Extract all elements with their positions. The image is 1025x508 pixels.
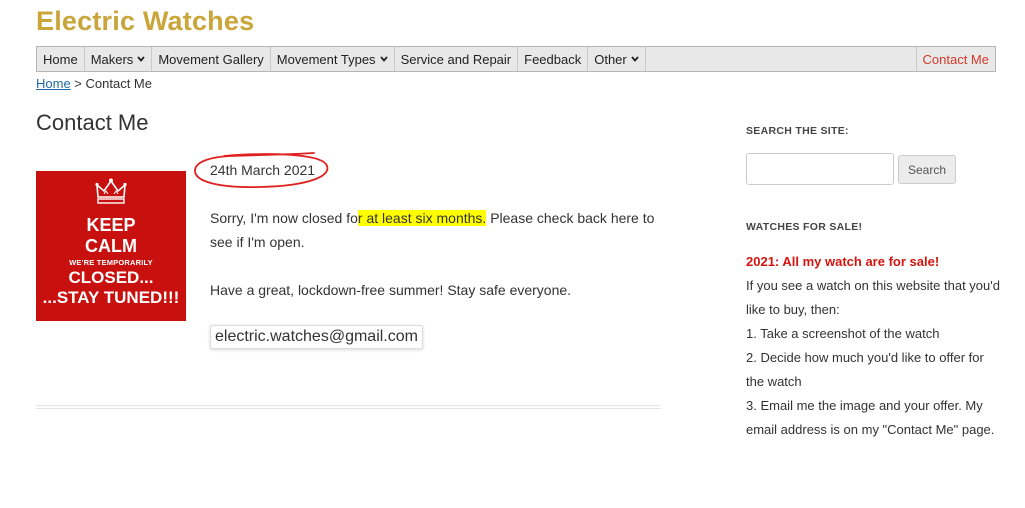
summer-message: Have a great, lockdown-free summer! Stay…	[210, 282, 572, 298]
post-date: 24th March 2021	[210, 162, 316, 178]
nav-item-service-and-repair[interactable]: Service and Repair	[395, 47, 519, 71]
nav-item-contact-me[interactable]: Contact Me	[917, 47, 995, 71]
chevron-down-icon	[379, 56, 388, 62]
nav-spacer	[646, 47, 917, 71]
chevron-down-icon	[137, 56, 145, 62]
sale-line: 1. Take a screenshot of the watch	[746, 326, 940, 341]
crown-icon	[94, 177, 128, 212]
nav-label: Movement Gallery	[158, 51, 264, 67]
nav-item-movement-types[interactable]: Movement Types	[271, 47, 395, 71]
image-text-keep: KEEP	[86, 215, 136, 235]
date-annotation: 24th March 2021	[190, 152, 332, 190]
sale-line: 3. Email me the image and your offer. My…	[746, 398, 995, 437]
notice-text: Sorry, I'm now closed fo	[210, 210, 358, 226]
search-button[interactable]: Search	[898, 155, 956, 184]
site-title[interactable]: Electric Watches	[36, 6, 254, 37]
breadcrumb-home-link[interactable]: Home	[36, 76, 71, 91]
nav-item-other[interactable]: Other	[588, 47, 646, 71]
sale-info: 2021: All my watch are for sale! If you …	[746, 250, 1001, 442]
sale-heading: 2021: All my watch are for sale!	[746, 254, 940, 269]
nav-label: Home	[43, 51, 78, 67]
keep-calm-image: KEEP CALM WE'RE TEMPORARILY CLOSED... ..…	[36, 171, 186, 321]
chevron-down-icon	[631, 56, 639, 62]
nav-label: Movement Types	[276, 51, 376, 67]
image-text-temporarily: WE'RE TEMPORARILY	[69, 258, 153, 267]
breadcrumb: Home > Contact Me	[36, 76, 152, 91]
search-input[interactable]	[746, 153, 894, 185]
nav-label: Other	[594, 51, 627, 67]
main-navigation: Home Makers Movement Gallery Movement Ty…	[36, 46, 996, 72]
image-text-calm: CALM	[85, 236, 137, 256]
nav-label: Makers	[90, 51, 134, 67]
email-address[interactable]: electric.watches@gmail.com	[210, 325, 423, 349]
nav-label: Service and Repair	[400, 51, 512, 67]
closure-notice: Sorry, I'm now closed for at least six m…	[210, 206, 670, 254]
image-text-stay-tuned: ...STAY TUNED!!!	[42, 288, 180, 307]
content-divider	[36, 405, 661, 409]
watches-widget-title: WATCHES FOR SALE!	[746, 221, 863, 233]
nav-label: Feedback	[524, 51, 582, 67]
sale-line: If you see a watch on this website that …	[746, 278, 1000, 317]
search-widget-title: SEARCH THE SITE:	[746, 125, 849, 137]
sale-line: 2. Decide how much you'd like to offer f…	[746, 350, 984, 389]
page-title: Contact Me	[36, 110, 149, 135]
highlighted-text: r at least six months.	[357, 210, 487, 226]
breadcrumb-current: Contact Me	[85, 76, 152, 91]
nav-item-home[interactable]: Home	[37, 47, 85, 71]
nav-item-makers[interactable]: Makers	[85, 47, 153, 71]
image-text-closed: CLOSED...	[68, 268, 154, 287]
nav-item-feedback[interactable]: Feedback	[518, 47, 589, 71]
breadcrumb-separator: >	[70, 76, 86, 91]
nav-item-movement-gallery[interactable]: Movement Gallery	[152, 47, 271, 71]
